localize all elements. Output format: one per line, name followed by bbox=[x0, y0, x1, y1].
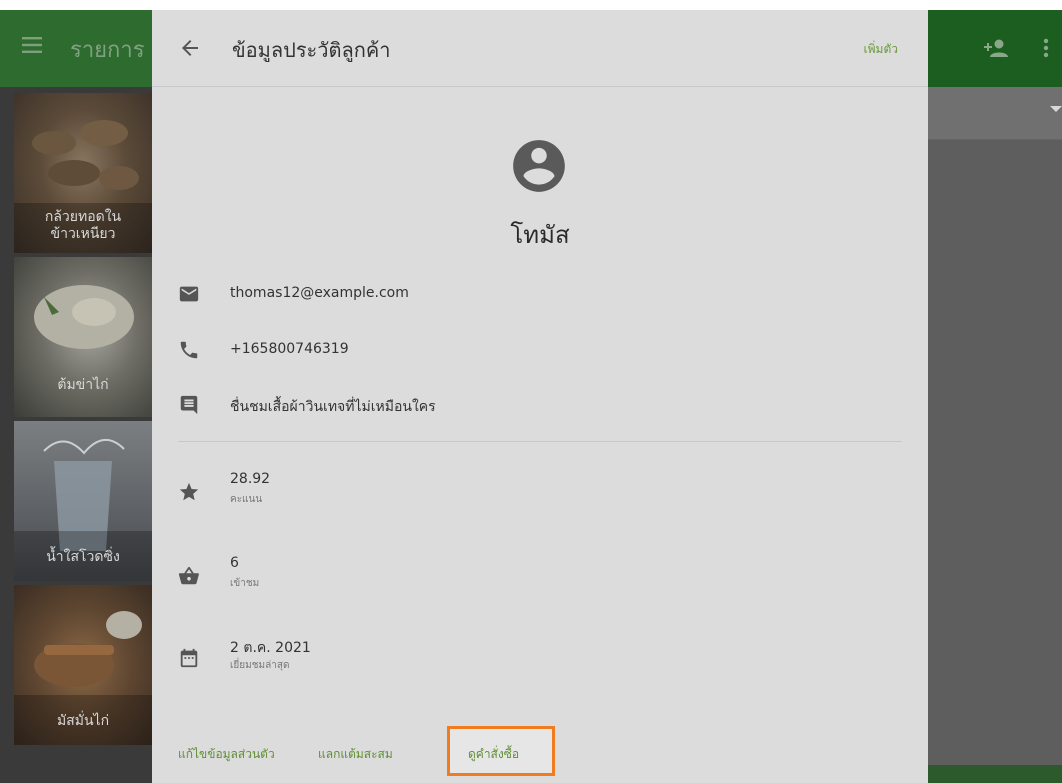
menu-tile-label: มัสมั่นไก่ bbox=[56, 713, 110, 729]
last-visit-label: เยี่ยมชมล่าสุด bbox=[230, 660, 290, 671]
back-icon[interactable] bbox=[178, 36, 202, 60]
score-label: คะแนน bbox=[230, 494, 263, 505]
app-frame: รายการ กล้วยทอดใน ข้าวเหนียว ต้มข่าไก่ น… bbox=[0, 0, 1062, 783]
edit-profile-button[interactable]: แก้ไขข้อมูลส่วนตัว bbox=[178, 745, 275, 764]
app-title: รายการ bbox=[70, 38, 145, 63]
score-value: 28.92 bbox=[230, 471, 271, 487]
customer-dialog: ข้อมูลประวัติลูกค้า เพิ่มตัว โทมัส thoma… bbox=[152, 10, 928, 783]
menu-icon[interactable] bbox=[22, 37, 42, 53]
redeem-points-button[interactable]: แลกแต้มสะสม bbox=[318, 745, 393, 764]
email-icon bbox=[179, 286, 199, 302]
dialog-title: ข้อมูลประวัติลูกค้า bbox=[232, 38, 391, 62]
divider bbox=[178, 441, 902, 442]
tile-label-line1: กล้วยทอดใน bbox=[44, 209, 122, 225]
calendar-icon bbox=[180, 648, 198, 668]
phone-text: +165800746319 bbox=[230, 341, 349, 357]
last-visit-value: 2 ต.ค. 2021 bbox=[230, 640, 311, 656]
visits-label: เข้าชม bbox=[230, 578, 260, 589]
more-vert-icon[interactable] bbox=[1043, 38, 1049, 58]
customer-name: โทมัส bbox=[510, 221, 570, 249]
menu-tile[interactable]: มัสมั่นไก่ bbox=[14, 585, 152, 745]
phone-icon bbox=[180, 341, 198, 359]
content-area bbox=[928, 87, 1062, 783]
bottom-bar bbox=[928, 765, 1062, 783]
account-circle-icon bbox=[513, 140, 565, 192]
menu-tile[interactable]: น้ำใสโวดซิ่ง bbox=[14, 421, 152, 581]
menu-tile[interactable]: ต้มข่าไก่ bbox=[14, 257, 152, 417]
tile-label-line2: ข้าวเหนียว bbox=[50, 226, 116, 242]
visits-value: 6 bbox=[230, 555, 239, 571]
menu-tile-label: กล้วยทอดใน ข้าวเหนียว bbox=[14, 209, 152, 243]
menu-tiles: กล้วยทอดใน ข้าวเหนียว ต้มข่าไก่ น้ำใสโวด… bbox=[0, 87, 152, 783]
add-person-icon[interactable] bbox=[983, 38, 1009, 58]
note-text: ชื่นชมเสื้อผ้าวินเทจที่ไม่เหมือนใคร bbox=[230, 399, 436, 415]
star-icon bbox=[179, 482, 199, 501]
menu-tile-label: ต้มข่าไก่ bbox=[57, 377, 109, 393]
basket-icon bbox=[178, 566, 199, 585]
menu-tile-label: น้ำใสโวดซิ่ง bbox=[46, 549, 120, 565]
content-toolbar bbox=[928, 87, 1062, 140]
email-text: thomas12@example.com bbox=[230, 285, 409, 301]
app-bar-left: รายการ bbox=[0, 10, 152, 87]
comment-icon bbox=[180, 395, 198, 415]
add-button[interactable]: เพิ่มตัว bbox=[864, 40, 898, 59]
menu-tile[interactable]: กล้วยทอดใน ข้าวเหนียว bbox=[14, 93, 152, 253]
view-orders-button[interactable]: ดูคำสั่งซื้อ bbox=[468, 745, 519, 764]
chevron-down-icon[interactable] bbox=[1050, 106, 1062, 112]
dialog-header: ข้อมูลประวัติลูกค้า เพิ่มตัว bbox=[152, 10, 928, 87]
